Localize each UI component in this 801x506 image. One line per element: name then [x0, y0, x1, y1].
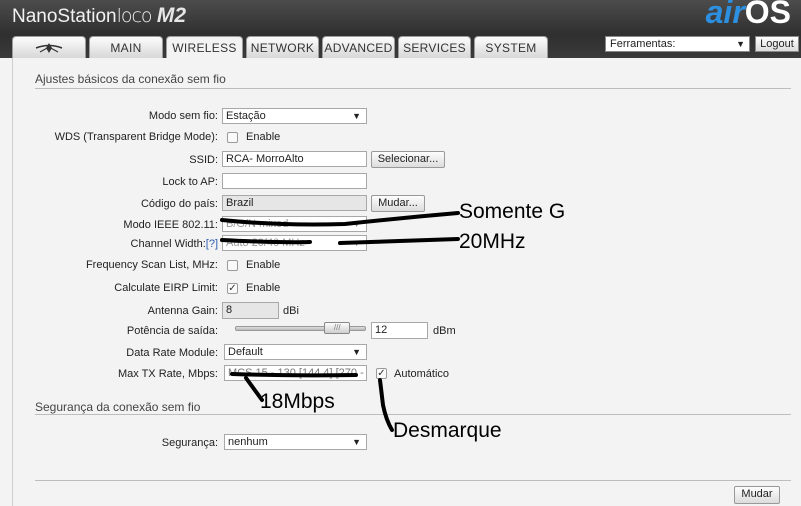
- scribble-ieee-mode: [220, 211, 460, 227]
- arrow-auto-note: [378, 378, 394, 432]
- annotation-mode-note: Somente G: [459, 200, 566, 223]
- scribble-channel-width: [220, 237, 460, 245]
- scribble-max-tx: [230, 372, 358, 378]
- annotation-width-note: 20MHz: [459, 230, 526, 253]
- annotation-auto-note: Desmarque: [393, 419, 502, 442]
- annotation-rate-note: 18Mbps: [260, 390, 335, 413]
